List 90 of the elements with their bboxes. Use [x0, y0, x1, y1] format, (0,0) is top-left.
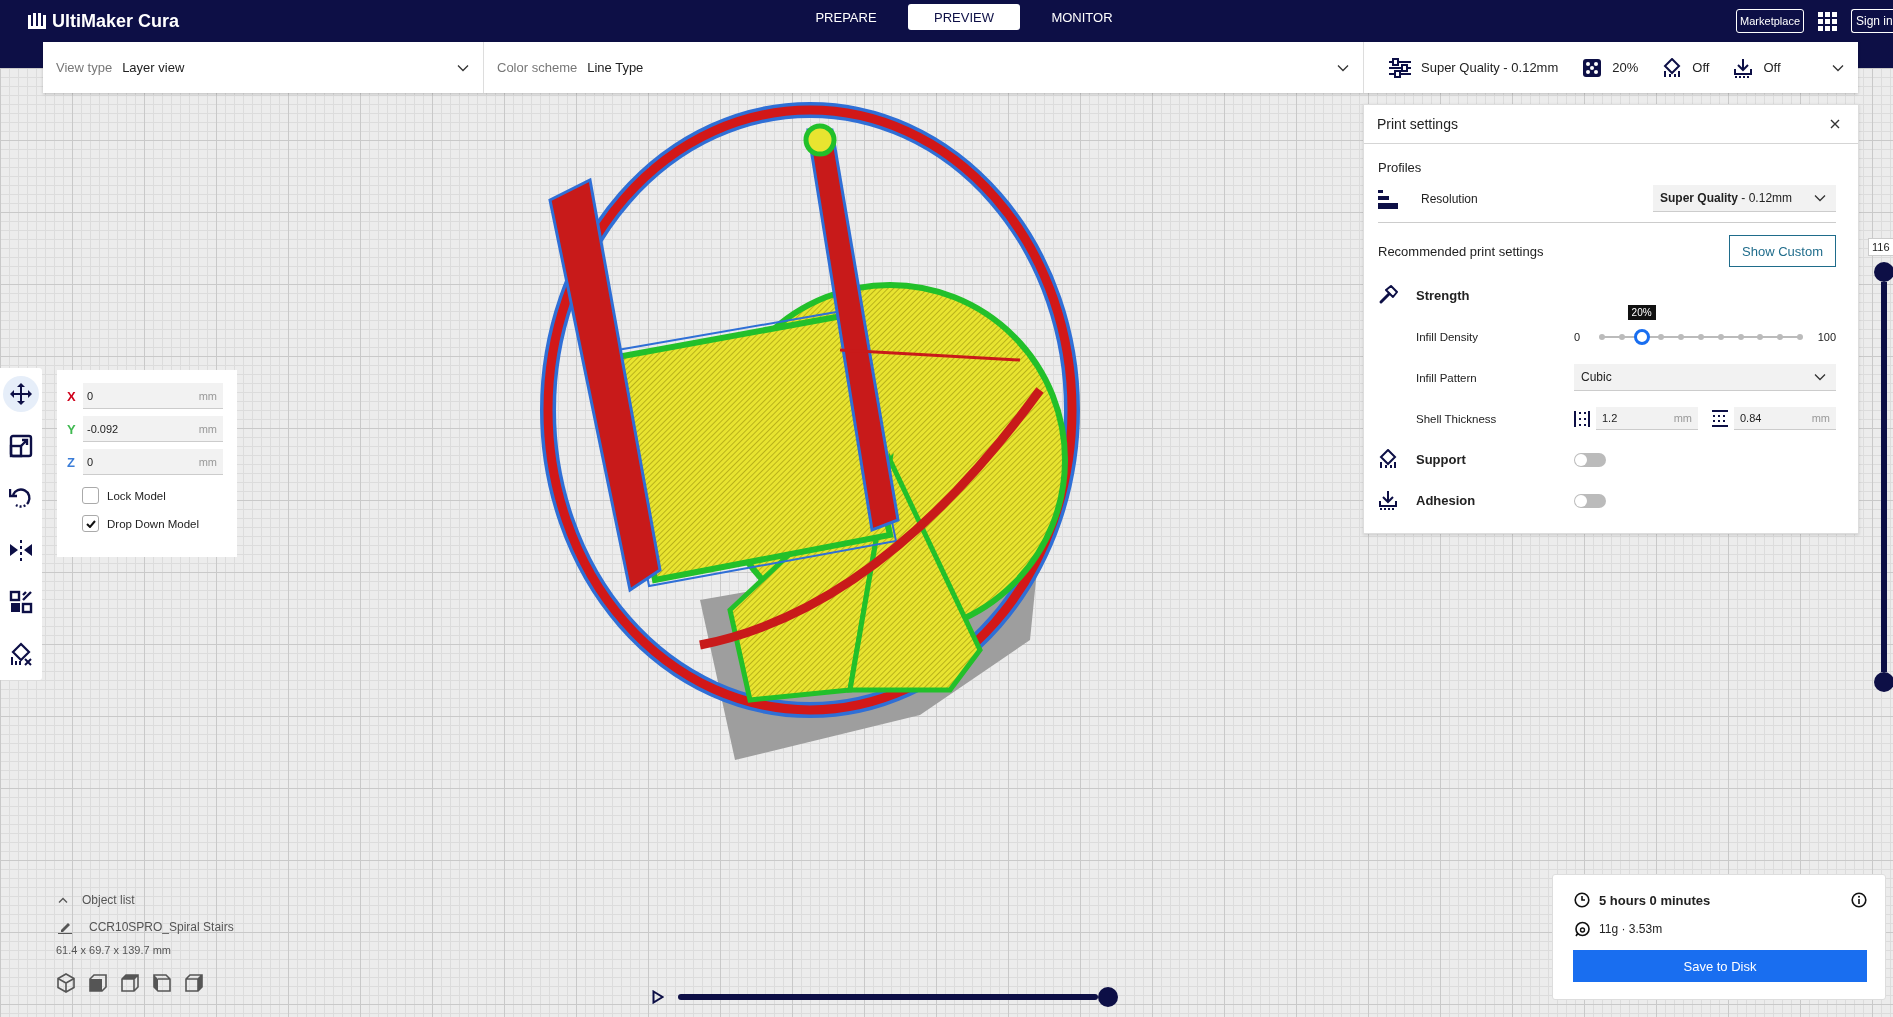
spool-icon	[1574, 921, 1590, 937]
object-name[interactable]: CCR10SPRO_Spiral Stairs	[89, 920, 234, 934]
wall-thickness-icon	[1574, 410, 1590, 427]
view-type-label: View type	[56, 60, 113, 75]
setting-label: Shell Thickness	[1416, 411, 1498, 427]
section-heading: Strength	[1416, 287, 1471, 305]
section-heading: Support	[1416, 451, 1467, 469]
checkbox[interactable]	[82, 515, 99, 532]
stage-tab[interactable]: PREVIEW	[908, 4, 1020, 30]
resolution-icon	[1378, 188, 1398, 209]
number-field[interactable]: 1.2 mm	[1596, 407, 1698, 430]
checkmark-icon	[85, 519, 96, 528]
chevron-down-icon	[1814, 373, 1826, 381]
setting-label: Infill Density	[1416, 329, 1479, 345]
top-bottom-thickness-icon	[1712, 410, 1728, 427]
checkbox-label: Drop Down Model	[107, 517, 200, 530]
logo-icon	[28, 13, 46, 29]
infill-pattern-dropdown[interactable]: Cubic	[1574, 364, 1836, 391]
support-value: Off	[1692, 60, 1710, 75]
grid-squares-icon	[9, 590, 33, 614]
play-icon[interactable]	[652, 990, 664, 1004]
object-list-toggle[interactable]: Object list	[56, 893, 234, 907]
chevron-down-icon	[1832, 63, 1844, 72]
cube-top-view-icon[interactable]	[120, 973, 140, 993]
slider-min-label: 0	[1574, 330, 1582, 343]
panel-title: Print settings	[1377, 116, 1458, 132]
view-type-value: Layer view	[122, 60, 185, 75]
slider-max-label: 100	[1816, 330, 1836, 343]
number-field[interactable]: 0.84 mm	[1734, 407, 1836, 430]
tool-button[interactable]	[3, 376, 39, 412]
cube-front-view-icon[interactable]	[88, 973, 108, 993]
color-scheme-dropdown[interactable]: Color scheme Line Type	[484, 42, 1364, 93]
object-dimensions: 61.4 x 69.7 x 139.7 mm	[56, 944, 172, 956]
setting-label: Infill Pattern	[1416, 370, 1478, 386]
recommended-heading: Recommended print settings	[1378, 243, 1544, 259]
infill-icon	[1582, 57, 1603, 78]
toggle-switch[interactable]	[1574, 452, 1606, 467]
close-icon[interactable]	[1830, 119, 1840, 129]
support-icon	[1662, 57, 1683, 78]
resolution-dropdown[interactable]: Super Quality - 0.12mm	[1653, 185, 1836, 212]
adhesion-value: Off	[1763, 60, 1781, 75]
coordinate-field[interactable]: 0 mm	[83, 383, 223, 409]
toggle-switch[interactable]	[1574, 493, 1606, 508]
chevron-down-icon	[457, 63, 469, 72]
support-blocker-icon	[9, 642, 33, 666]
resolution-label: Resolution	[1421, 191, 1479, 206]
coordinate-field[interactable]: -0.092 mm	[83, 416, 223, 442]
color-scheme-value: Line Type	[587, 60, 644, 75]
mirror-icon	[9, 538, 33, 562]
cube-3d-view-icon[interactable]	[56, 973, 76, 993]
color-scheme-label: Color scheme	[497, 60, 578, 75]
layer-number-field[interactable]: 116	[1868, 238, 1893, 256]
save-to-disk-button[interactable]: Save to Disk	[1573, 950, 1867, 982]
chevron-down-icon	[1337, 63, 1349, 72]
axis-label: Z	[67, 454, 76, 470]
print-time: 5 hours 0 minutes	[1599, 892, 1711, 908]
cube-right-view-icon[interactable]	[184, 973, 204, 993]
apps-grid-icon[interactable]	[1818, 11, 1837, 31]
adhesion-icon	[1733, 57, 1754, 78]
view-type-dropdown[interactable]: View type Layer view	[43, 42, 484, 93]
checkbox[interactable]	[82, 487, 99, 504]
rotate-icon	[9, 486, 33, 510]
profile-name: Super Quality - 0.12mm	[1421, 60, 1559, 75]
model-drawing[interactable]	[540, 102, 1080, 760]
print-settings-summary[interactable]: Super Quality - 0.12mm 20% Off Off	[1364, 42, 1858, 93]
chevron-down-icon	[1814, 194, 1826, 202]
clock-icon	[1574, 892, 1590, 908]
sliders-icon	[1389, 57, 1411, 78]
move-icon	[9, 382, 33, 406]
infill-value: 20%	[1612, 60, 1639, 75]
cube-left-view-icon[interactable]	[152, 973, 172, 993]
stage-tab[interactable]: PREPARE	[790, 4, 902, 30]
adhesion-icon	[1378, 489, 1400, 512]
slider-handle[interactable]	[1633, 328, 1650, 345]
info-icon[interactable]	[1851, 892, 1867, 908]
sign-in-button[interactable]: Sign in	[1851, 9, 1893, 33]
pencil-icon	[58, 920, 72, 934]
scale-icon	[9, 434, 33, 458]
show-custom-button[interactable]: Show Custom	[1729, 235, 1836, 267]
axis-label: X	[67, 388, 77, 404]
marketplace-button[interactable]: Marketplace	[1736, 9, 1804, 33]
coordinate-field[interactable]: 0 mm	[83, 449, 223, 475]
app-title: UltiMaker Cura	[52, 10, 180, 32]
axis-label: Y	[67, 421, 77, 437]
material-estimate: 11g · 3.53m	[1599, 922, 1663, 936]
section-heading: Adhesion	[1416, 492, 1477, 510]
value-tooltip: 20%	[1627, 304, 1656, 320]
checkbox-label: Lock Model	[107, 489, 166, 502]
stage-tab[interactable]: MONITOR	[1026, 4, 1138, 30]
profiles-heading: Profiles	[1378, 159, 1423, 177]
